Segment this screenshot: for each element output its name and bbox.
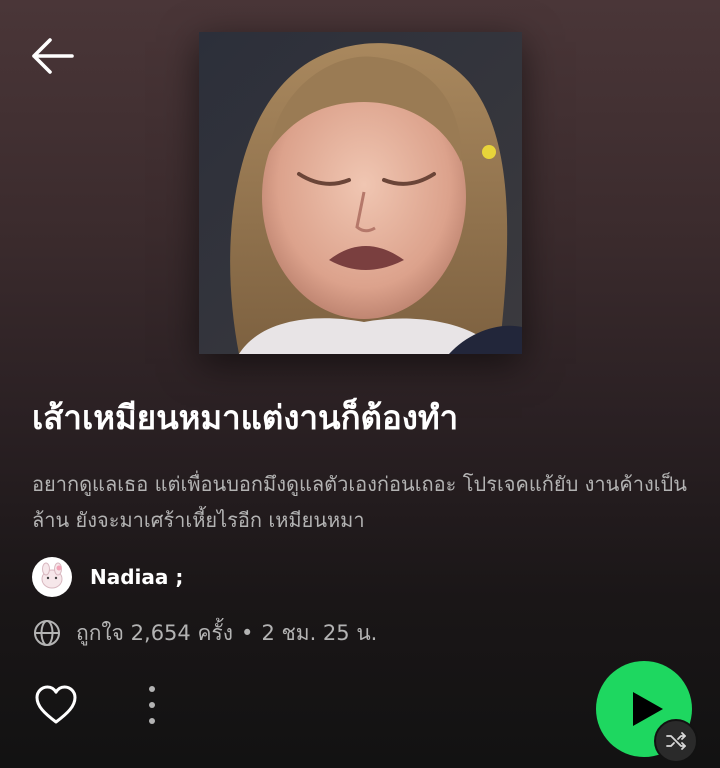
- arrow-left-icon: [32, 38, 74, 74]
- shuffle-icon: [666, 732, 686, 750]
- more-vertical-icon-dot: [149, 718, 155, 724]
- globe-icon: [34, 620, 60, 646]
- likes-count: ถูกใจ 2,654 ครั้ง: [76, 620, 234, 645]
- back-button[interactable]: [26, 32, 78, 80]
- play-icon: [633, 692, 663, 726]
- more-vertical-icon: [149, 686, 155, 692]
- playlist-meta: ถูกใจ 2,654 ครั้ง • 2 ชม. 25 น.: [32, 616, 377, 650]
- more-options-button[interactable]: [140, 684, 164, 726]
- playlist-cover-image: [199, 32, 522, 354]
- owner-row[interactable]: Nadiaa ;: [32, 557, 183, 597]
- playlist-duration: 2 ชม. 25 น.: [261, 620, 378, 645]
- meta-separator: •: [241, 621, 254, 645]
- shuffle-button[interactable]: [654, 719, 698, 763]
- avatar[interactable]: [32, 557, 72, 597]
- more-vertical-icon-dot: [149, 702, 155, 708]
- playlist-title: เส้าเหมียนหมาแต่งานก็ต้องทำ: [32, 398, 459, 437]
- like-button[interactable]: [34, 684, 78, 726]
- playlist-description: อยากดูแลเธอ แต่เพื่อนบอกมึงดูแลตัวเองก่อ…: [32, 472, 687, 532]
- owner-name[interactable]: Nadiaa ;: [90, 565, 183, 589]
- heart-outline-icon: [35, 685, 77, 724]
